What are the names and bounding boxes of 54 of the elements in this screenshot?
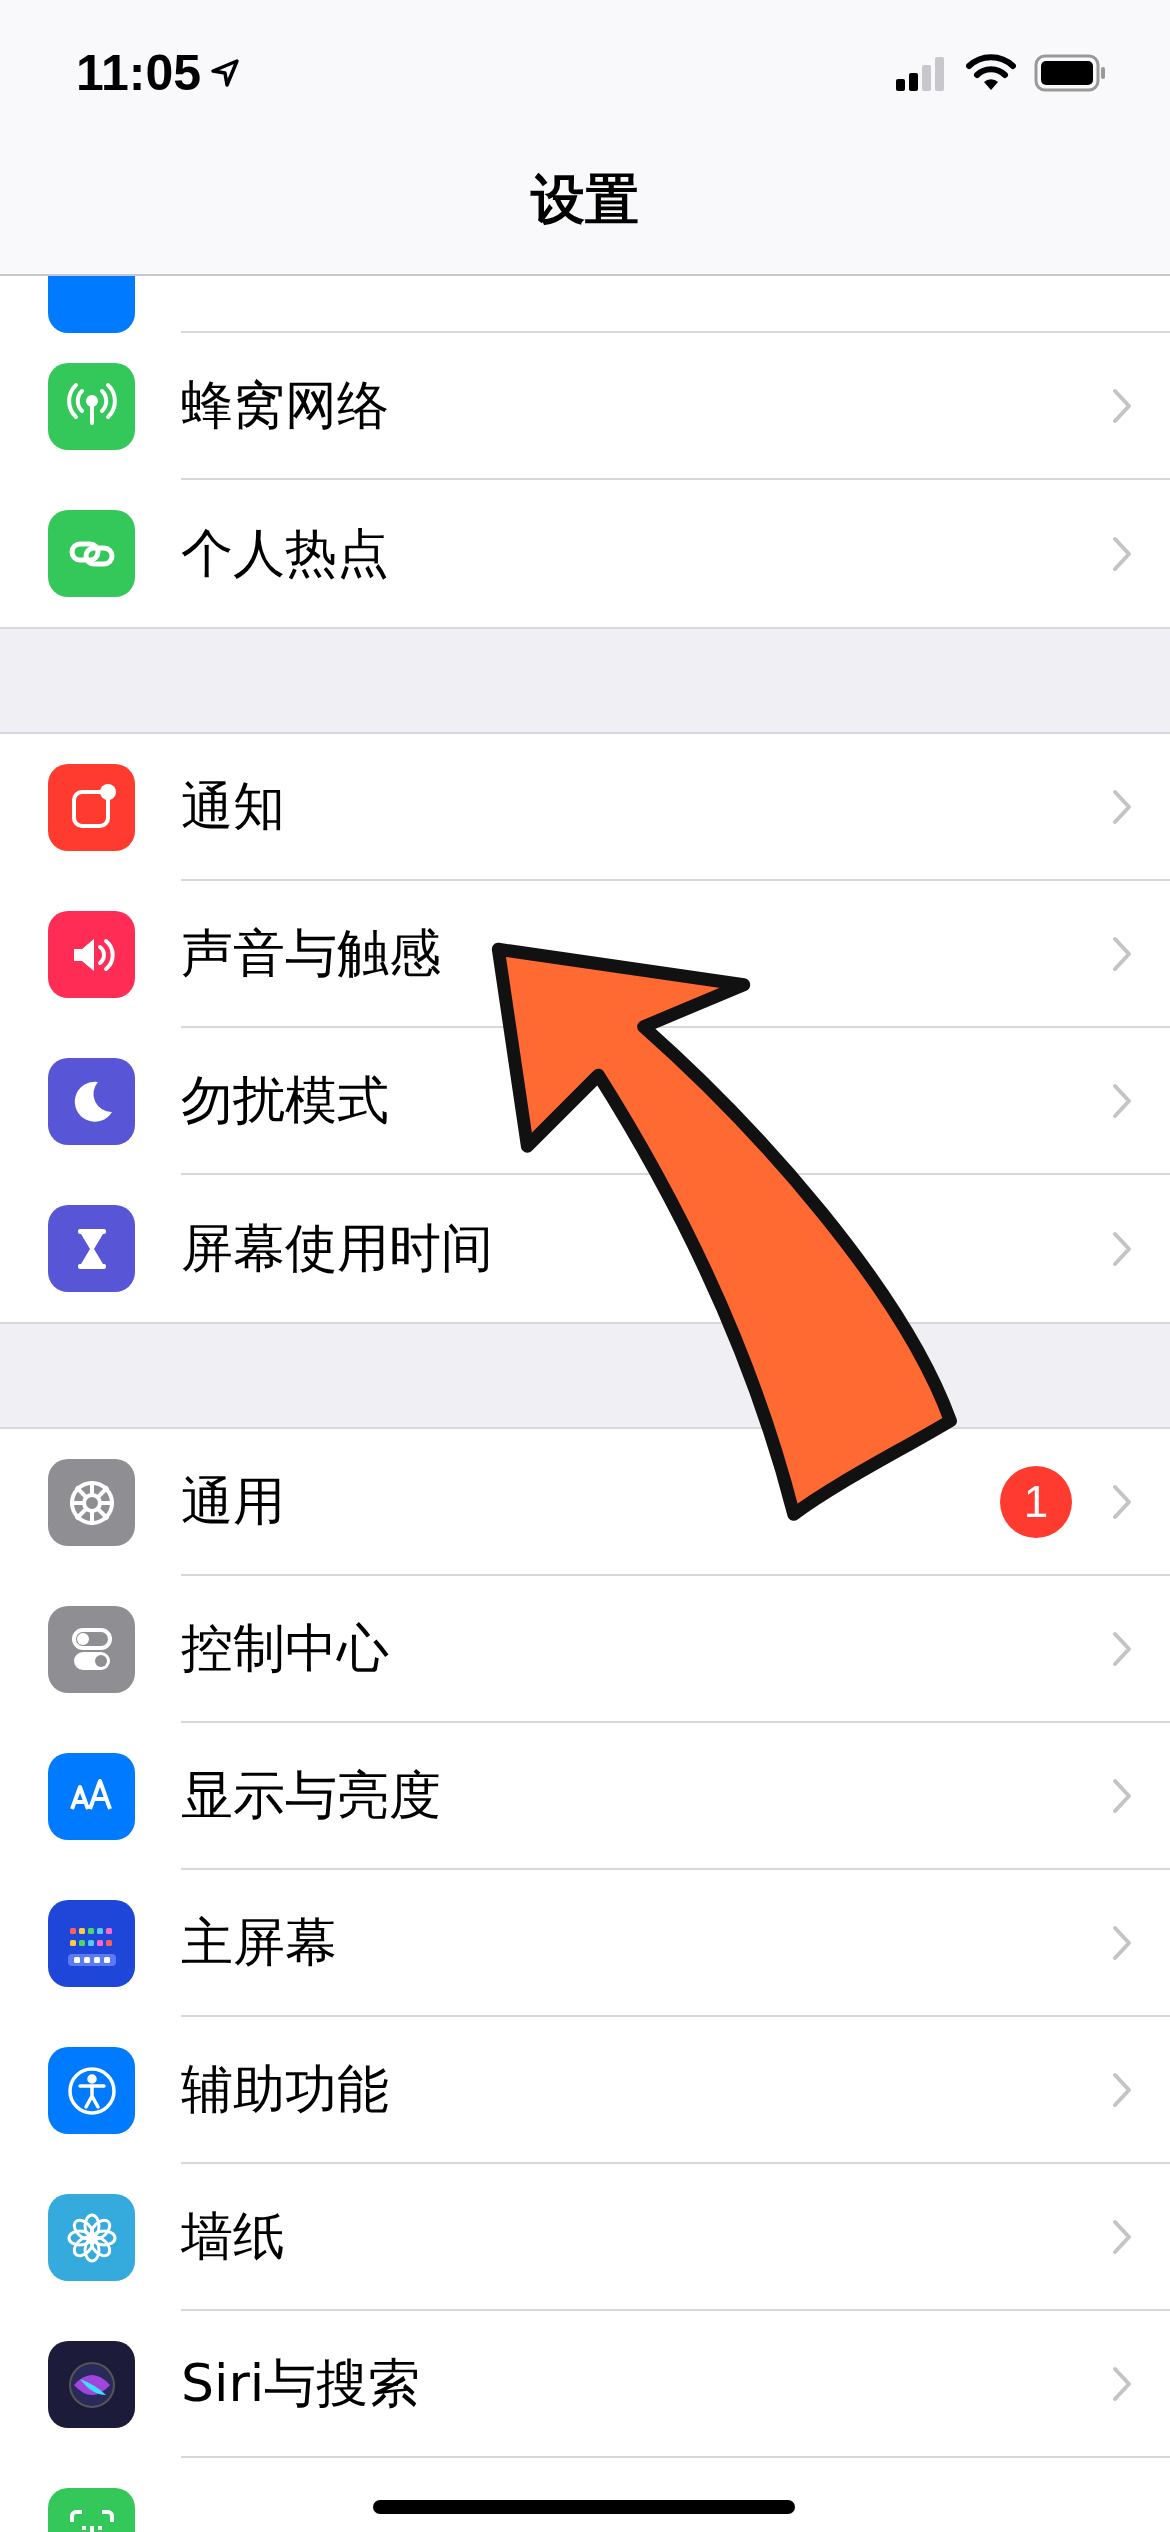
- chevron-icon: [1112, 1483, 1132, 1520]
- settings-row[interactable]: Siri与搜索: [0, 2311, 1170, 2458]
- sounds-icon: [48, 911, 135, 998]
- row-label: 通用: [181, 1469, 286, 1533]
- chevron-icon: [1112, 535, 1132, 572]
- row-label: 屏幕使用时间: [181, 1216, 494, 1280]
- chevron-icon: [1112, 2218, 1132, 2255]
- homescreen-icon: [48, 1900, 135, 1987]
- wifi-icon: [966, 53, 1016, 92]
- row-label: 声音与触感: [181, 921, 442, 985]
- display-icon: [48, 1753, 135, 1840]
- settings-row[interactable]: 辅助功能: [0, 2017, 1170, 2164]
- status-time: 11:05: [76, 43, 202, 102]
- cellular-icon: [48, 363, 135, 450]
- focus-icon: [48, 1058, 135, 1145]
- battery-icon: [1034, 53, 1106, 92]
- row-label: 墙纸: [181, 2204, 286, 2268]
- row-label: Siri与搜索: [181, 2351, 422, 2415]
- settings-row[interactable]: 墙纸: [0, 2164, 1170, 2311]
- row-label: 控制中心: [181, 1616, 390, 1680]
- screentime-icon: [48, 1205, 135, 1292]
- settings-row[interactable]: 通知: [0, 734, 1170, 881]
- control-icon: [48, 1606, 135, 1693]
- siri-icon: [48, 2341, 135, 2428]
- chevron-icon: [1112, 2365, 1132, 2402]
- hotspot-icon: [48, 510, 135, 597]
- settings-row[interactable]: 控制中心: [0, 1576, 1170, 1723]
- settings-row[interactable]: 个人热点: [0, 480, 1170, 627]
- settings-row[interactable]: 显示与亮度: [0, 1723, 1170, 1870]
- page-title: 设置: [531, 167, 639, 227]
- chevron-icon: [1112, 2071, 1132, 2108]
- chevron-icon: [1112, 1924, 1132, 1961]
- chevron-icon: [1112, 788, 1132, 825]
- row-label: 通知: [181, 774, 286, 838]
- notification-badge: 1: [1000, 1465, 1072, 1538]
- wallpaper-icon: [48, 2194, 135, 2281]
- row-label: 勿扰模式: [181, 1068, 390, 1132]
- row-label: 辅助功能: [181, 2057, 390, 2121]
- row-label: 蜂窝网络: [181, 373, 390, 437]
- row-label: 主屏幕: [181, 1910, 338, 1974]
- chevron-icon: [1112, 1777, 1132, 1814]
- row-label: 显示与亮度: [181, 1763, 442, 1827]
- settings-row[interactable]: 蜂窝网络: [0, 333, 1170, 480]
- accessibility-icon: [48, 2047, 135, 2134]
- settings-row[interactable]: 主屏幕: [0, 1870, 1170, 2017]
- row-label: 个人热点: [181, 521, 390, 585]
- chevron-icon: [1112, 387, 1132, 424]
- chevron-icon: [1112, 1082, 1132, 1119]
- location-icon: [209, 56, 242, 89]
- notifications-icon: [48, 764, 135, 851]
- general-icon: [48, 1459, 135, 1546]
- chevron-icon: [1112, 1630, 1132, 1667]
- chevron-icon: [1112, 1230, 1132, 1267]
- chevron-icon: [1112, 935, 1132, 972]
